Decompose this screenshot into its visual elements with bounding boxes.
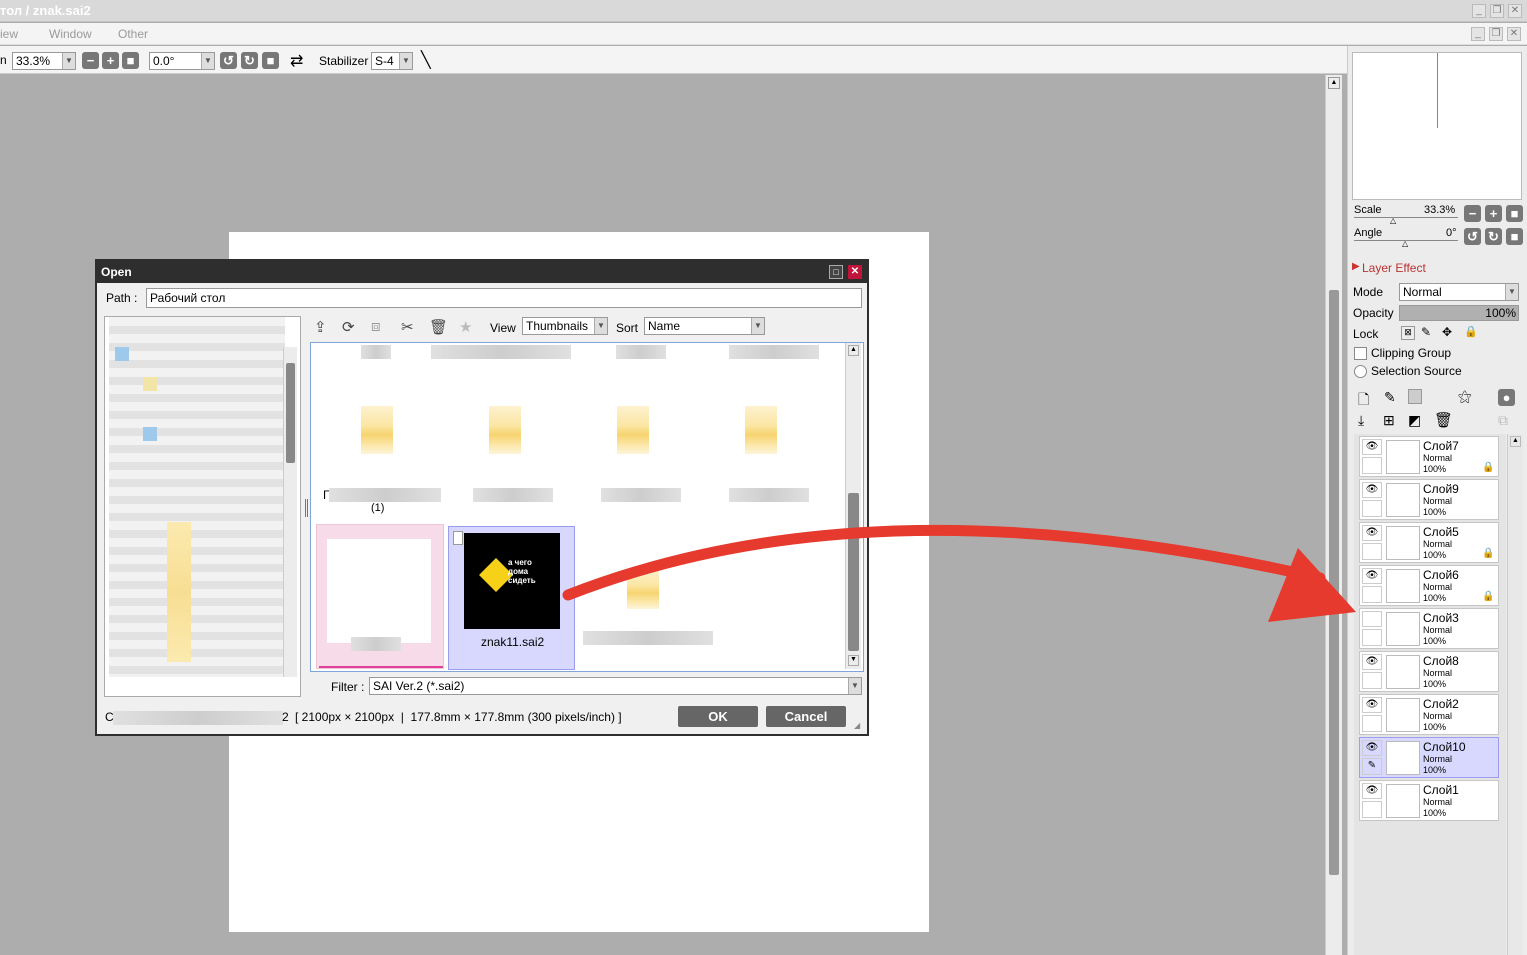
- arrow-head: [1268, 548, 1356, 622]
- annotation-arrow: [562, 524, 1356, 622]
- arrow-shaft: [562, 524, 1326, 601]
